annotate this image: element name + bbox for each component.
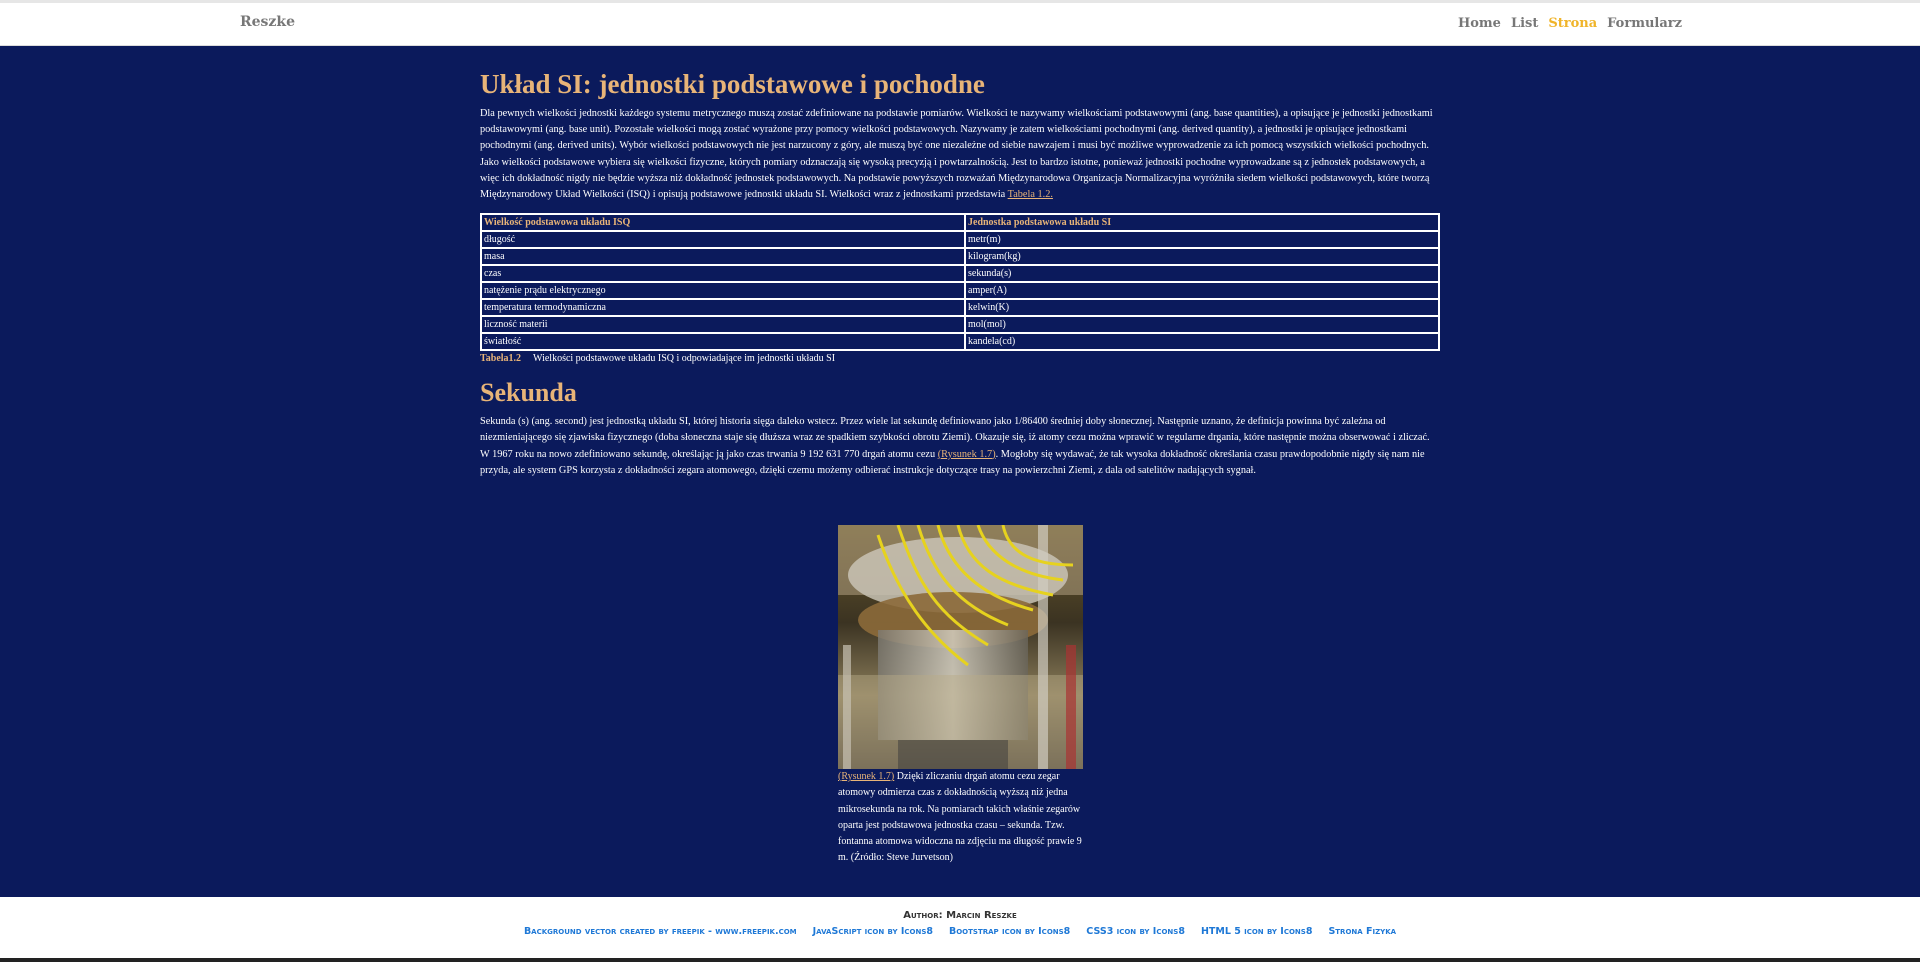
table-reference-link[interactable]: Tabela 1.2. [1008,189,1053,200]
table-caption: Tabela1.2 Wielkości podstawowe układu ISQ… [480,353,1440,364]
table-cell-unit: sekunda(s) [966,266,1438,282]
table-row: natężenie prądu elektrycznego amper(A) [482,283,1438,299]
section-title-si: Układ SI: jednostki podstawowe i pochodn… [480,69,985,99]
table-header-row: Wielkość podstawowa układu ISQ Jednostka… [482,215,1438,231]
table-cell-unit: metr(m) [966,232,1438,248]
table-cell-quantity: natężenie prądu elektrycznego [482,283,964,299]
atomic-clock-figure: (Rysunek 1.7) Dzięki zliczaniu drgań ato… [838,525,1083,867]
bottom-border [0,958,1920,962]
credit-link-strona-fizyka[interactable]: Strona Fizyka [1328,926,1396,937]
table-cell-unit: kandela(cd) [966,334,1438,350]
credit-link-javascript-icon[interactable]: JavaScript icon by Icons8 [813,926,933,937]
table-cell-quantity: liczność materii [482,317,964,333]
table-cell-quantity: długość [482,232,964,248]
article: Układ SI: jednostki podstawowe i pochodn… [480,66,1440,479]
table-row: masa kilogram(kg) [482,249,1438,265]
table-row: długość metr(m) [482,232,1438,248]
sekunda-paragraph: Sekunda (s) (ang. second) jest jednostką… [480,414,1440,479]
nav-menu: Home List Strona Formularz [1458,16,1682,31]
figure-reference-link[interactable]: (Rysunek 1.7) [938,449,996,460]
table-cell-quantity: temperatura termodynamiczna [482,300,964,316]
table-row: czas sekunda(s) [482,266,1438,282]
figure-caption: (Rysunek 1.7) Dzięki zliczaniu drgań ato… [838,769,1083,867]
credit-link-freepik[interactable]: Background vector created by freepik - w… [524,926,797,937]
table-caption-text: Wielkości podstawowe układu ISQ i odpowi… [533,353,836,365]
credit-link-bootstrap-icon[interactable]: Bootstrap icon by Icons8 [949,926,1070,937]
atomic-fountain-photo [838,525,1083,769]
table-row: temperatura termodynamiczna kelwin(K) [482,300,1438,316]
table-row: światłość kandela(cd) [482,334,1438,350]
table-cell-unit: mol(mol) [966,317,1438,333]
table-header-unit: Jednostka podstawowa układu SI [966,215,1438,231]
nav-link-formularz[interactable]: Formularz [1607,16,1682,31]
table-row: liczność materii mol(mol) [482,317,1438,333]
main-content: Układ SI: jednostki podstawowe i pochodn… [0,46,1920,897]
nav-link-home[interactable]: Home [1458,16,1501,31]
nav-link-strona[interactable]: Strona [1548,16,1597,31]
table-cell-unit: amper(A) [966,283,1438,299]
si-paragraph: Dla pewnych wielkości jednostki każdego … [480,106,1440,203]
table-cell-quantity: masa [482,249,964,265]
footer-author: Author: Marcin Reszke [903,910,1017,921]
table-cell-unit: kelwin(K) [966,300,1438,316]
figure-caption-link[interactable]: (Rysunek 1.7) [838,771,894,782]
table-header-quantity: Wielkość podstawowa układu ISQ [482,215,964,231]
section-title-sekunda: Sekunda [480,378,577,408]
credit-link-html5-icon[interactable]: HTML 5 icon by Icons8 [1201,926,1312,937]
table-cell-quantity: światłość [482,334,964,350]
table-caption-label: Tabela1.2 [480,353,522,365]
credit-link-css3-icon[interactable]: CSS3 icon by Icons8 [1086,926,1185,937]
footer: Author: Marcin Reszke Background vector … [0,897,1920,962]
si-paragraph-text: Dla pewnych wielkości jednostki każdego … [480,108,1433,201]
footer-credits: Background vector created by freepik - w… [0,926,1920,937]
si-units-table: Wielkość podstawowa układu ISQ Jednostka… [480,213,1440,352]
figure-caption-text: Dzięki zliczaniu drgań atomu cezu zegar … [838,771,1082,864]
navbar: Reszke Home List Strona Formularz [0,3,1920,46]
table-cell-quantity: czas [482,266,964,282]
table-cell-unit: kilogram(kg) [966,249,1438,265]
nav-link-list[interactable]: List [1511,16,1538,31]
brand-logo[interactable]: Reszke [240,14,295,30]
